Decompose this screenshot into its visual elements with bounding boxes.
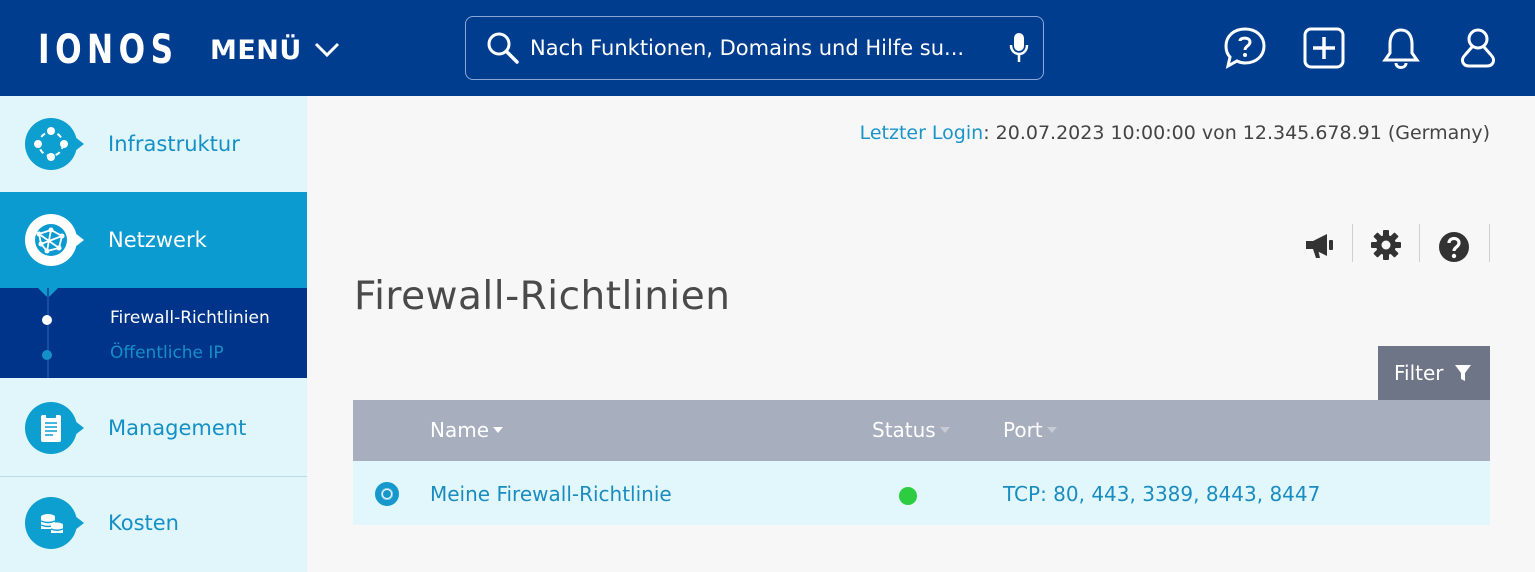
column-header-name[interactable]: Name (430, 418, 504, 442)
column-label: Name (430, 418, 490, 442)
network-globe-icon (25, 214, 84, 266)
coins-icon (25, 497, 84, 549)
filter-icon (1455, 365, 1471, 381)
row-select-radio[interactable] (375, 482, 399, 506)
column-header-status[interactable]: Status (872, 418, 950, 442)
menu-button[interactable]: MENÜ (210, 30, 340, 70)
last-login-value: : 20.07.2023 10:00:00 von 12.345.678.91 … (983, 122, 1490, 144)
chat-help-icon[interactable] (1222, 25, 1268, 71)
submenu-bullet (42, 350, 52, 360)
sidebar: Infrastruktur Netzwerk Firewall-Richtlin… (0, 96, 307, 572)
ionos-logo[interactable]: IONOS (38, 28, 179, 72)
submenu-line (47, 288, 49, 378)
sidebar-submenu: Firewall-Richtlinien Öffentliche IP (0, 288, 307, 378)
sort-caret-icon (493, 427, 504, 433)
search-input[interactable] (530, 36, 980, 60)
sidebar-subitem-firewall[interactable]: Firewall-Richtlinien (110, 308, 270, 328)
table-header: Name Status Port (353, 400, 1490, 461)
column-label: Port (1003, 418, 1043, 442)
chevron-down-icon (314, 42, 339, 58)
last-login-link[interactable]: Letzter Login (860, 122, 984, 144)
column-header-port[interactable]: Port (1003, 418, 1057, 442)
user-icon[interactable] (1455, 25, 1501, 71)
main-content: Letzter Login: 20.07.2023 10:00:00 von 1… (307, 96, 1535, 572)
divider (1489, 224, 1490, 262)
sidebar-subitem-public-ip[interactable]: Öffentliche IP (110, 343, 224, 363)
clipboard-icon (25, 402, 84, 454)
last-login-info: Letzter Login: 20.07.2023 10:00:00 von 1… (860, 122, 1490, 144)
row-port: TCP: 80, 443, 3389, 8443, 8447 (1003, 482, 1321, 506)
row-name-link[interactable]: Meine Firewall-Richtlinie (430, 482, 672, 506)
sort-caret-icon (1046, 427, 1057, 433)
table-row[interactable]: Meine Firewall-Richtlinie TCP: 80, 443, … (353, 461, 1490, 525)
filter-button[interactable]: Filter (1378, 346, 1490, 400)
sidebar-item-label: Netzwerk (108, 228, 207, 252)
menu-label: MENÜ (210, 34, 302, 66)
filter-label: Filter (1394, 361, 1444, 385)
help-icon[interactable] (1436, 229, 1472, 265)
top-bar: IONOS MENÜ (0, 0, 1535, 96)
bell-icon[interactable] (1378, 25, 1424, 71)
sidebar-item-kosten[interactable]: Kosten (0, 477, 307, 572)
status-indicator (899, 487, 917, 505)
sidebar-item-netzwerk[interactable]: Netzwerk (0, 192, 307, 288)
divider (1419, 224, 1420, 262)
sort-caret-icon (939, 427, 950, 433)
divider (1352, 224, 1353, 262)
submenu-bullet (42, 315, 52, 325)
column-label: Status (872, 418, 936, 442)
megaphone-icon[interactable] (1302, 228, 1338, 264)
sidebar-item-infrastruktur[interactable]: Infrastruktur (0, 96, 307, 192)
page-title: Firewall-Richtlinien (354, 274, 731, 319)
gear-icon[interactable] (1368, 227, 1404, 263)
infrastructure-icon (25, 118, 84, 170)
firewall-table: Name Status Port Meine Firewall-Richtlin… (353, 400, 1490, 525)
search-icon (487, 32, 519, 64)
search-box[interactable] (465, 16, 1044, 80)
sidebar-item-management[interactable]: Management (0, 380, 307, 476)
add-icon[interactable] (1301, 25, 1347, 71)
sidebar-item-label: Kosten (108, 511, 179, 535)
microphone-icon[interactable] (1009, 31, 1029, 65)
sidebar-item-label: Management (108, 416, 247, 440)
sidebar-item-label: Infrastruktur (108, 132, 240, 156)
